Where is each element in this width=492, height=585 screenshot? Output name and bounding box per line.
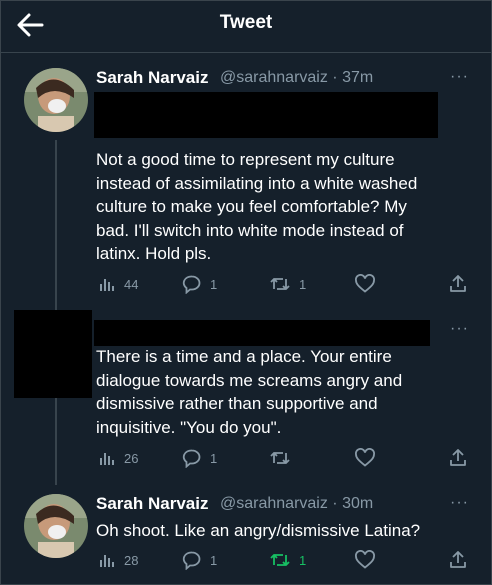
retweet-button[interactable]: [269, 446, 299, 470]
header: Tweet: [0, 0, 492, 53]
reply-count: 1: [210, 276, 218, 292]
views-count: 26: [124, 450, 139, 466]
views-icon: [100, 555, 114, 567]
author-handle[interactable]: @sarahnarvaiz · 37m: [220, 69, 373, 87]
reply-button[interactable]: 1: [182, 446, 217, 470]
tweet-text: Not a good time to represent my culture …: [96, 150, 418, 263]
tweet-time: · 30m: [332, 495, 374, 512]
redacted-author: [94, 320, 430, 346]
author-name[interactable]: Sarah Narvaiz: [96, 494, 208, 514]
views-button[interactable]: 28: [98, 548, 138, 572]
retweet-icon: [270, 452, 290, 464]
like-button[interactable]: [354, 548, 384, 572]
share-button[interactable]: [448, 272, 468, 296]
avatar[interactable]: [24, 68, 88, 132]
reply-count: 1: [210, 552, 218, 568]
reply-icon: [182, 449, 201, 468]
reply-icon: [182, 551, 201, 570]
like-icon: [355, 274, 375, 293]
reply-icon: [182, 275, 201, 294]
reply-count: 1: [210, 450, 218, 466]
retweet-button[interactable]: 1: [269, 272, 306, 296]
views-icon: [100, 453, 114, 465]
views-count: 44: [124, 276, 139, 292]
avatar[interactable]: [24, 494, 88, 558]
share-button[interactable]: [448, 446, 468, 470]
reply-button[interactable]: 1: [182, 548, 217, 572]
tweet-text: Oh shoot. Like an angry/dismissive Latin…: [96, 521, 421, 540]
like-button[interactable]: [354, 446, 384, 470]
share-icon: [450, 449, 466, 466]
views-count: 28: [124, 552, 139, 568]
retweet-icon: [270, 554, 290, 566]
like-icon: [355, 550, 375, 569]
redacted-block: [94, 92, 438, 138]
share-button[interactable]: [448, 548, 468, 572]
author-handle[interactable]: @sarahnarvaiz · 30m: [220, 495, 373, 513]
retweet-count: 1: [299, 552, 307, 568]
retweet-count: 1: [299, 276, 307, 292]
like-button[interactable]: [354, 272, 384, 296]
views-icon: [100, 279, 114, 291]
share-icon: [450, 551, 466, 568]
more-icon[interactable]: ···: [450, 494, 469, 512]
retweet-icon: [270, 278, 290, 290]
page-title: Tweet: [219, 12, 273, 33]
reply-button[interactable]: 1: [182, 272, 217, 296]
like-icon: [355, 448, 375, 467]
redacted-avatar: [14, 310, 92, 398]
tweet-text: There is a time and a place. Your entire…: [96, 347, 403, 437]
more-icon[interactable]: ···: [450, 320, 469, 338]
retweet-button[interactable]: 1: [269, 548, 306, 572]
author-name[interactable]: Sarah Narvaiz: [96, 68, 208, 88]
views-button[interactable]: 26: [98, 446, 138, 470]
share-icon: [450, 275, 466, 292]
more-icon[interactable]: ···: [450, 68, 469, 86]
views-button[interactable]: 44: [98, 272, 138, 296]
tweet-time: · 37m: [332, 69, 374, 86]
